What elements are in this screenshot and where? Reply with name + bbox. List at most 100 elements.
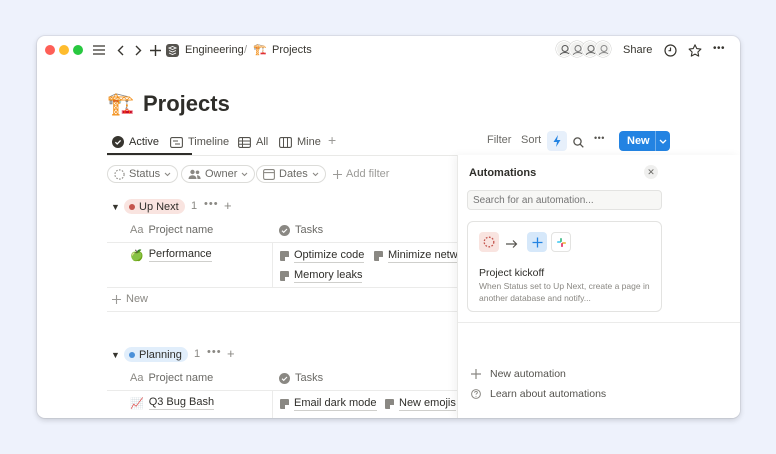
forward-arrow-icon[interactable] — [133, 42, 143, 58]
page-icon — [280, 251, 289, 261]
slack-icon — [551, 232, 571, 252]
sidebar-menu-icon[interactable] — [92, 42, 106, 58]
tab-label: Mine — [297, 136, 321, 148]
app-window: Engineering / 🏗️ Projects Share ••• 🏗️ P… — [37, 36, 740, 418]
minimize-window-button[interactable] — [59, 45, 69, 55]
task-chip[interactable]: Email dark mode — [280, 397, 377, 411]
filter-dates[interactable]: Dates — [256, 165, 326, 183]
table-row-name[interactable]: 🍏 Performance — [130, 248, 212, 262]
favorite-star-icon[interactable] — [688, 42, 702, 58]
status-dot — [129, 351, 135, 358]
chip-label: Status — [129, 168, 161, 180]
chip-label: Owner — [205, 168, 238, 180]
plus-icon — [471, 369, 481, 379]
back-arrow-icon[interactable] — [115, 42, 125, 58]
tab-active[interactable]: Active — [112, 134, 159, 150]
page-icon — [280, 271, 289, 281]
people-icon — [188, 169, 201, 179]
apple-icon: 🍏 — [130, 249, 144, 262]
chip-label: Dates — [279, 168, 308, 180]
arrow-right-icon — [506, 236, 518, 254]
new-automation-button[interactable]: New automation — [471, 368, 566, 380]
task-chip[interactable]: Minimize netw — [374, 249, 458, 263]
automation-search-input[interactable] — [467, 190, 662, 210]
relation-icon — [279, 372, 290, 384]
column-header-name[interactable]: Aa Project name — [130, 224, 213, 236]
title-bar: Engineering / 🏗️ Projects Share ••• — [37, 36, 740, 64]
text-type-icon: Aa — [130, 224, 144, 236]
text-type-icon: Aa — [130, 372, 144, 384]
task-chip[interactable]: New emojis — [385, 397, 456, 411]
table-row-name[interactable]: 📈 Q3 Bug Bash — [130, 396, 215, 410]
learn-automations-link[interactable]: Learn about automations — [471, 388, 606, 400]
group-add-icon[interactable]: + — [224, 199, 232, 212]
column-header-tasks[interactable]: Tasks — [279, 372, 323, 384]
more-options-icon[interactable]: ••• — [713, 43, 725, 54]
status-icon — [114, 168, 125, 180]
calendar-icon — [263, 168, 275, 180]
task-label: Optimize code — [294, 249, 365, 263]
automations-button[interactable] — [547, 131, 567, 151]
breadcrumb-page[interactable]: Projects — [272, 44, 312, 56]
close-window-button[interactable] — [45, 45, 55, 55]
board-icon — [279, 136, 292, 148]
page-title[interactable]: Projects — [143, 91, 230, 117]
search-icon[interactable] — [573, 135, 584, 153]
column-title: Project name — [148, 224, 214, 236]
column-header-name[interactable]: Aa Project name — [130, 372, 213, 384]
task-label: Minimize netw — [388, 249, 458, 263]
filter-status[interactable]: Status — [107, 165, 179, 183]
row-title: Performance — [148, 248, 212, 262]
group-label: Up Next — [139, 200, 179, 213]
relation-icon — [279, 224, 290, 236]
tab-timeline[interactable]: Timeline — [170, 134, 229, 150]
crane-icon: 🏗️ — [253, 44, 267, 56]
add-filter-button[interactable]: Add filter — [326, 165, 396, 183]
chevron-down-icon — [242, 172, 248, 176]
new-button[interactable]: New — [619, 131, 670, 151]
task-chip[interactable]: Memory leaks — [280, 269, 363, 283]
filter-button[interactable]: Filter — [487, 134, 511, 146]
sort-button[interactable]: Sort — [521, 134, 541, 146]
automation-title: Project kickoff — [479, 267, 545, 279]
add-view-button[interactable]: + — [328, 132, 336, 148]
tab-label: All — [256, 136, 269, 148]
share-button[interactable]: Share — [623, 44, 652, 56]
add-filter-label: Add filter — [346, 168, 390, 180]
automation-card[interactable]: Project kickoff When Status set to Up Ne… — [467, 221, 662, 312]
workspace-icon — [166, 42, 179, 58]
tab-label: Timeline — [188, 136, 230, 148]
tab-mine[interactable]: Mine — [279, 134, 321, 150]
active-check-icon — [112, 136, 124, 148]
new-row-button[interactable]: New — [112, 293, 148, 305]
task-label: Memory leaks — [294, 269, 363, 283]
group-more-icon[interactable]: ••• — [207, 346, 222, 358]
help-icon — [471, 389, 481, 399]
group-toggle-up-next[interactable]: ▼ — [111, 202, 120, 212]
group-add-icon[interactable]: + — [227, 347, 235, 360]
action-label: Learn about automations — [490, 388, 607, 400]
close-icon[interactable]: ✕ — [644, 165, 658, 179]
column-header-tasks[interactable]: Tasks — [279, 224, 323, 236]
filter-owner[interactable]: Owner — [181, 165, 256, 183]
plus-icon[interactable] — [149, 42, 161, 58]
page-icon-crane[interactable]: 🏗️ — [107, 92, 134, 116]
breadcrumb-workspace[interactable]: Engineering — [185, 44, 244, 56]
lightning-icon — [553, 135, 561, 147]
chevron-down-icon[interactable] — [656, 139, 670, 144]
view-more-icon[interactable]: ••• — [594, 133, 605, 143]
plus-icon — [333, 169, 342, 179]
zoom-window-button[interactable] — [73, 45, 83, 55]
page-icon — [374, 251, 383, 261]
tab-all[interactable]: All — [238, 134, 268, 150]
history-clock-icon[interactable] — [663, 42, 677, 58]
panel-title: Automations — [469, 167, 537, 179]
group-toggle-planning[interactable]: ▼ — [111, 350, 120, 360]
automation-description: When Status set to Up Next, create a pag… — [479, 281, 650, 303]
chevron-down-icon — [164, 172, 171, 176]
plus-icon — [112, 294, 121, 304]
page-icon — [280, 399, 289, 409]
task-chip[interactable]: Optimize code — [280, 249, 365, 263]
group-more-icon[interactable]: ••• — [204, 198, 219, 210]
status-trigger-icon — [479, 232, 499, 252]
